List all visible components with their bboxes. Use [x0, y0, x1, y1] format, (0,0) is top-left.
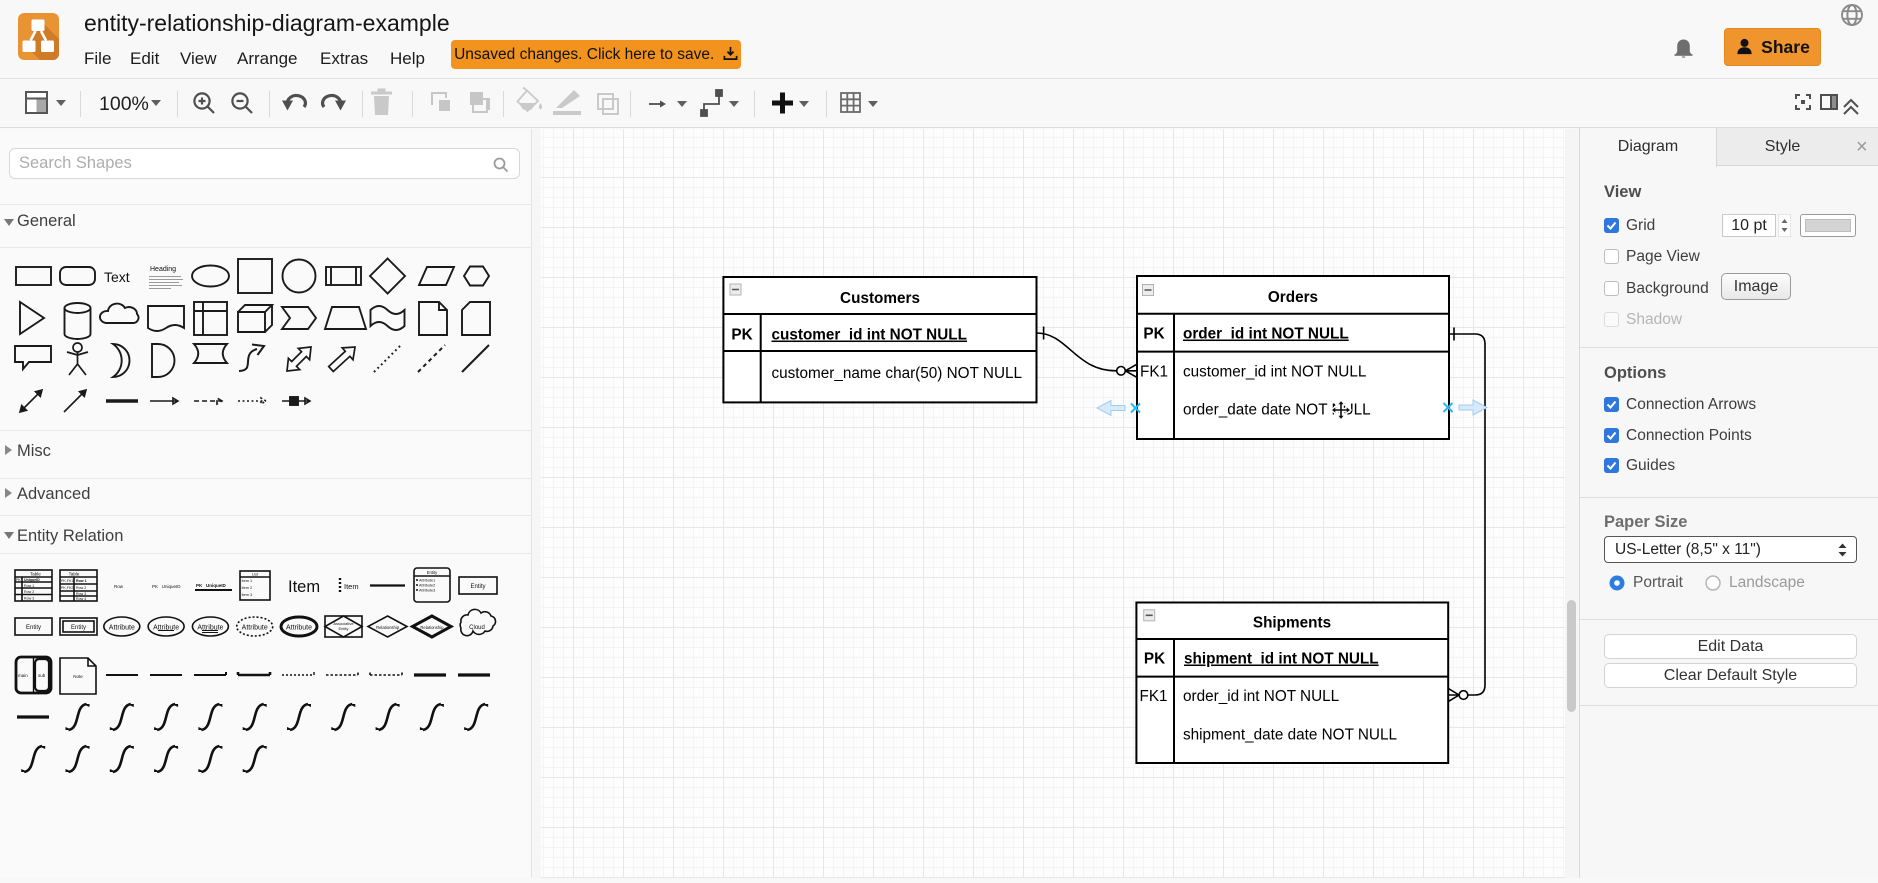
svg-text:Row 2: Row 2	[24, 590, 34, 594]
svg-text:Entity: Entity	[470, 584, 485, 590]
svg-text:FK1: FK1	[1140, 364, 1168, 381]
svg-text:Item 2: Item 2	[242, 586, 253, 590]
svg-text:shipment_date date NOT NULL: shipment_date date NOT NULL	[1183, 727, 1397, 744]
svg-text:main: main	[18, 673, 28, 678]
svg-text:PK: PK	[731, 327, 752, 344]
svg-text:customer_id int NOT NULL: customer_id int NOT NULL	[772, 327, 967, 344]
svg-text:Row: Row	[114, 584, 124, 589]
svg-text:Table: Table	[30, 572, 41, 577]
svg-text:FK1: FK1	[1139, 688, 1167, 705]
svg-text:Row 1: Row 1	[24, 584, 34, 588]
svg-text:Orders: Orders	[1268, 289, 1318, 306]
svg-text:order_id int NOT NULL: order_id int NOT NULL	[1183, 688, 1339, 705]
svg-text:customer_id int NOT NULL: customer_id int NOT NULL	[1183, 364, 1366, 381]
svg-text:UniqueID: UniqueID	[24, 578, 40, 582]
svg-text:Customers: Customers	[840, 290, 920, 307]
svg-text:Heading: Heading	[150, 266, 176, 273]
svg-text:Table: Table	[69, 572, 80, 577]
svg-text:Cloud: Cloud	[469, 625, 485, 631]
svg-text:List: List	[252, 572, 259, 577]
svg-text:PK,FK1: PK,FK1	[61, 579, 73, 583]
svg-text:PK: PK	[1144, 651, 1165, 668]
svg-text:PK: PK	[1143, 326, 1164, 343]
svg-text:Item 1: Item 1	[242, 579, 253, 583]
svg-text:Row 1: Row 1	[76, 579, 87, 583]
svg-text:PK UniqueID: PK UniqueID	[196, 583, 227, 588]
svg-text:Text: Text	[104, 269, 130, 285]
svg-text:Entity: Entity	[71, 625, 86, 631]
svg-text:Relationship: Relationship	[420, 625, 444, 630]
svg-text:customer_name char(50) NOT NUL: customer_name char(50) NOT NULL	[772, 365, 1023, 382]
svg-text:Entity: Entity	[338, 626, 348, 631]
svg-text:Relationship: Relationship	[376, 625, 400, 630]
svg-text:PK: PK	[16, 578, 21, 582]
svg-text:shipment_id int NOT NULL: shipment_id int NOT NULL	[1184, 651, 1379, 668]
svg-text:Entity: Entity	[26, 625, 41, 631]
svg-text:Attribute: Attribute	[286, 624, 312, 631]
svg-text:Item 3: Item 3	[242, 593, 253, 597]
svg-text:sub: sub	[38, 673, 46, 678]
svg-text:Note: Note	[73, 674, 83, 679]
svg-text:Item: Item	[288, 578, 320, 596]
svg-text:Shipments: Shipments	[1253, 615, 1331, 632]
svg-text:Attribute2: Attribute2	[419, 584, 435, 588]
svg-text:Row 2: Row 2	[76, 586, 86, 590]
svg-text:Row 3: Row 3	[76, 592, 86, 596]
svg-text:Item: Item	[344, 582, 359, 591]
svg-text:Attribute1: Attribute1	[419, 579, 435, 583]
svg-text:Entity: Entity	[427, 570, 438, 575]
svg-text:PK,FK2: PK,FK2	[61, 586, 73, 590]
svg-text:Row 3: Row 3	[24, 597, 34, 601]
svg-text:Attribute3: Attribute3	[419, 589, 435, 593]
svg-text:100%: 100%	[99, 93, 149, 115]
svg-text:order_id int NOT NULL: order_id int NOT NULL	[1183, 326, 1349, 343]
svg-text:Row 4: Row 4	[76, 597, 86, 601]
svg-text:PK UniqueID: PK UniqueID	[152, 584, 181, 589]
